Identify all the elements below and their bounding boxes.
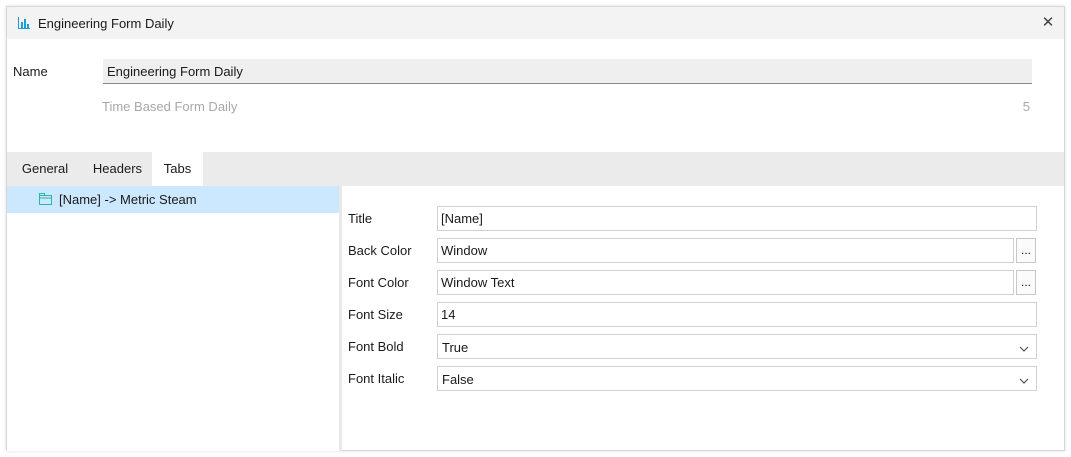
font-italic-select[interactable]: False — [437, 366, 1037, 391]
dialog-window: Engineering Form Daily ✕ Name Time Based… — [6, 6, 1065, 451]
font-color-label: Font Color — [348, 275, 409, 290]
font-bold-value: True — [442, 340, 469, 355]
tab-folder-icon — [39, 193, 52, 205]
back-color-input[interactable] — [437, 238, 1014, 263]
title-input[interactable] — [437, 206, 1037, 231]
chevron-down-icon — [1019, 374, 1029, 384]
font-color-browse-button[interactable]: ... — [1016, 270, 1036, 295]
form-count: 5 — [1022, 99, 1030, 114]
pane-splitter[interactable] — [339, 186, 342, 451]
name-input[interactable] — [103, 59, 1032, 84]
font-bold-label: Font Bold — [348, 339, 404, 354]
back-color-browse-button[interactable]: ... — [1016, 238, 1036, 263]
tab-headers[interactable]: Headers — [83, 152, 152, 186]
tree-item[interactable]: [Name] -> Metric Steam — [7, 186, 339, 213]
tab-tabs[interactable]: Tabs — [152, 152, 203, 186]
name-label: Name — [13, 64, 48, 79]
form-type-label: Time Based Form Daily — [102, 99, 238, 114]
back-color-label: Back Color — [348, 243, 412, 258]
close-icon[interactable]: ✕ — [1038, 13, 1058, 33]
tabs-tree: [Name] -> Metric Steam — [7, 186, 339, 451]
title-label: Title — [348, 211, 373, 226]
font-italic-label: Font Italic — [348, 371, 405, 386]
chevron-down-icon — [1019, 342, 1029, 352]
tab-strip: General Headers Tabs — [7, 152, 1064, 186]
font-size-input[interactable] — [437, 302, 1037, 327]
font-bold-select[interactable]: True — [437, 334, 1037, 359]
window-title: Engineering Form Daily — [38, 16, 174, 31]
font-size-label: Font Size — [348, 307, 403, 322]
title-bar: Engineering Form Daily ✕ — [7, 7, 1064, 39]
font-italic-value: False — [442, 372, 474, 387]
tab-general[interactable]: General — [7, 152, 83, 186]
tree-item-label: [Name] -> Metric Steam — [59, 192, 197, 207]
bar-chart-icon — [17, 16, 31, 30]
font-color-input[interactable] — [437, 270, 1014, 295]
